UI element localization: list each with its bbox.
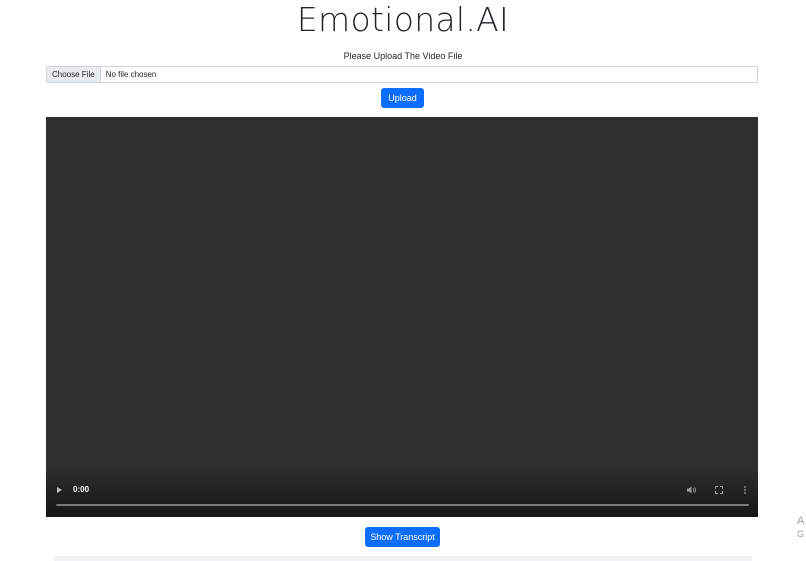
page-title: Emotional.AI [296, 0, 510, 39]
upload-prompt: Please Upload The Video File [343, 51, 463, 61]
volume-icon[interactable] [686, 484, 698, 496]
upload-button[interactable]: Upload [381, 88, 424, 108]
current-time: 0:00 [73, 485, 90, 494]
play-icon[interactable] [57, 487, 62, 493]
edge-fragment-text: G [797, 529, 805, 539]
video-controls-overlay [46, 465, 758, 517]
fullscreen-icon[interactable] [713, 484, 725, 496]
video-player[interactable]: 0:00 [46, 117, 758, 517]
file-status-text: No file chosen [105, 70, 157, 79]
transcript-panel-edge [54, 556, 752, 561]
progress-bar[interactable] [56, 504, 749, 506]
page: Emotional.AI Please Upload The Video Fil… [0, 0, 806, 561]
choose-file-button[interactable]: Choose File [47, 67, 101, 82]
more-options-icon[interactable] [739, 484, 751, 496]
edge-fragment-text: A [797, 515, 805, 527]
file-input[interactable]: Choose File No file chosen [46, 66, 758, 83]
show-transcript-button[interactable]: Show Transcript [365, 527, 440, 547]
